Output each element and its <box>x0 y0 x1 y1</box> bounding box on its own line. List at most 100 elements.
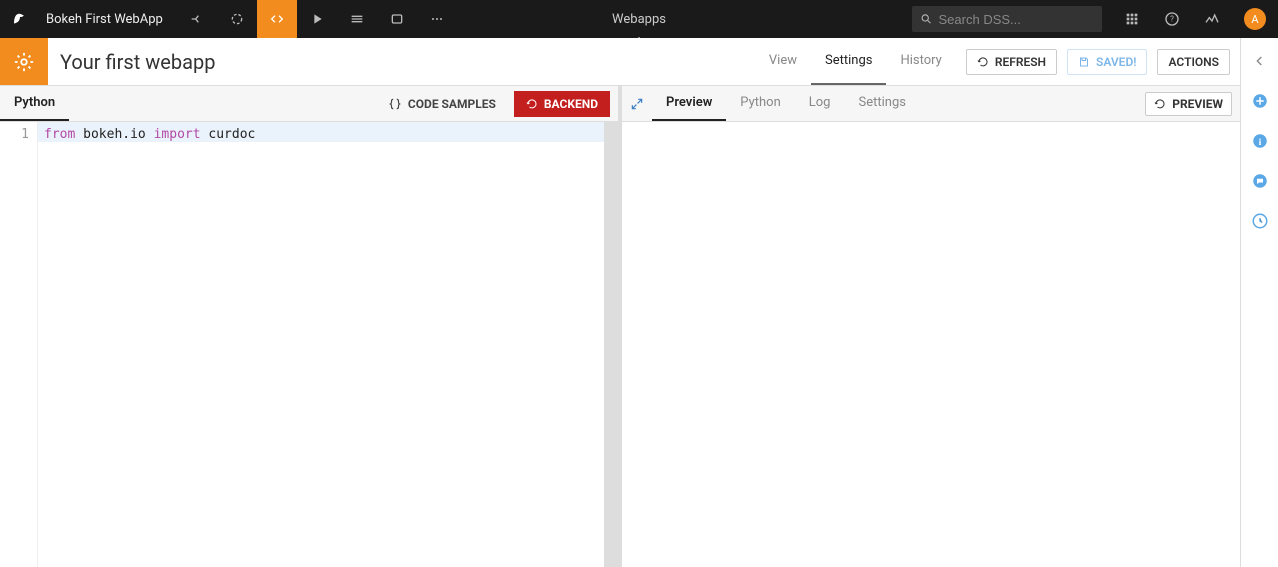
app-logo[interactable] <box>0 10 40 28</box>
tab-label: Settings <box>858 95 905 110</box>
tab-settings[interactable]: Settings <box>811 38 886 85</box>
code-line: from bokeh.io import curdoc <box>38 122 618 142</box>
history-button[interactable] <box>1249 210 1271 232</box>
topbar: Bokeh First WebApp Webapps <box>0 0 1278 38</box>
add-button[interactable] <box>1249 90 1271 112</box>
publish-button[interactable] <box>337 0 377 38</box>
header-row: Your first webapp View Settings History … <box>0 38 1240 86</box>
right-tab-settings[interactable]: Settings <box>844 86 919 121</box>
left-tab-python[interactable]: Python <box>0 86 69 121</box>
topbar-right: ? A <box>912 0 1278 38</box>
caret-icon <box>634 37 644 42</box>
expand-button[interactable] <box>622 86 652 121</box>
nav-circle-icon[interactable] <box>217 0 257 38</box>
bird-icon <box>11 10 29 28</box>
preview-button[interactable]: PREVIEW <box>1145 92 1232 116</box>
right-rail: i <box>1240 38 1278 567</box>
branch-icon <box>189 11 205 27</box>
code-icon <box>269 11 285 27</box>
search-input[interactable] <box>939 12 1094 27</box>
refresh-button[interactable]: REFRESH <box>966 49 1057 75</box>
page-title: Your first webapp <box>48 38 215 85</box>
code-samples-button[interactable]: CODE SAMPLES <box>378 97 506 111</box>
expand-icon <box>630 97 644 111</box>
tab-label: Log <box>809 95 831 110</box>
apps-button[interactable] <box>1112 0 1152 38</box>
saved-button: SAVED! <box>1067 49 1147 75</box>
plus-circle-icon <box>1251 92 1269 110</box>
code-token: from <box>44 127 75 142</box>
help-icon: ? <box>1164 11 1180 27</box>
line-gutter: 1 <box>0 122 38 567</box>
flow-icon[interactable] <box>177 0 217 38</box>
right-pane-actions: PREVIEW <box>1145 86 1240 121</box>
main-split: Python CODE SAMPLES BACKEND 1 <box>0 86 1240 567</box>
header-actions: View Settings History REFRESH SAVED! ACT… <box>755 38 1240 85</box>
button-label: ACTIONS <box>1168 55 1219 69</box>
search-icon <box>920 12 933 26</box>
breadcrumb: Webapps <box>598 0 680 38</box>
refresh-icon <box>977 56 989 68</box>
breadcrumb-item[interactable]: Webapps <box>598 0 680 38</box>
tab-label: Python <box>14 95 55 110</box>
button-label: CODE SAMPLES <box>408 97 496 111</box>
backend-button[interactable]: BACKEND <box>514 91 610 117</box>
tab-view[interactable]: View <box>755 38 811 85</box>
info-icon: i <box>1251 132 1269 150</box>
run-button[interactable] <box>297 0 337 38</box>
topbar-left: Bokeh First WebApp <box>0 0 457 38</box>
collapse-rail-button[interactable] <box>1249 50 1271 72</box>
tab-label: Settings <box>825 53 872 68</box>
button-label: REFRESH <box>995 55 1046 69</box>
svg-text:i: i <box>1258 137 1261 148</box>
tab-history[interactable]: History <box>886 38 955 85</box>
refresh-icon <box>1154 98 1166 110</box>
code-editor[interactable]: 1 from bokeh.io import curdoc <box>0 122 618 567</box>
ring-icon <box>229 11 245 27</box>
right-tab-python[interactable]: Python <box>726 86 794 121</box>
gear-icon <box>13 51 35 73</box>
button-label: SAVED! <box>1096 55 1136 69</box>
activity-button[interactable] <box>1192 0 1232 38</box>
grid-icon <box>1124 11 1140 27</box>
left-pane-tabs: Python CODE SAMPLES BACKEND <box>0 86 618 122</box>
refresh-icon <box>526 98 538 110</box>
project-title[interactable]: Bokeh First WebApp <box>40 12 177 27</box>
save-icon <box>1078 56 1090 68</box>
svg-text:?: ? <box>1170 15 1174 24</box>
right-tab-log[interactable]: Log <box>795 86 845 121</box>
info-button[interactable]: i <box>1249 130 1271 152</box>
code-view-button[interactable] <box>257 0 297 38</box>
tab-label: Python <box>740 95 780 110</box>
more-button[interactable] <box>417 0 457 38</box>
right-pane-tabs: Preview Python Log Settings PREVIEW <box>622 86 1240 122</box>
breadcrumb-label: Webapps <box>612 12 666 27</box>
left-pane-actions: CODE SAMPLES BACKEND <box>378 86 618 121</box>
avatar-letter: A <box>1251 13 1258 26</box>
code-token: import <box>154 127 201 142</box>
chat-icon <box>1251 172 1269 190</box>
play-icon <box>309 11 325 27</box>
avatar[interactable]: A <box>1244 8 1266 30</box>
button-label: BACKEND <box>544 97 598 111</box>
left-pane: Python CODE SAMPLES BACKEND 1 <box>0 86 622 567</box>
preview-canvas <box>622 122 1240 567</box>
help-button[interactable]: ? <box>1152 0 1192 38</box>
chat-button[interactable] <box>1249 170 1271 192</box>
dots-icon <box>429 11 445 27</box>
activity-icon <box>1204 11 1220 27</box>
code-token: bokeh.io <box>83 127 146 142</box>
variables-button[interactable] <box>377 0 417 38</box>
actions-button[interactable]: ACTIONS <box>1157 49 1230 75</box>
code-token: curdoc <box>208 127 255 142</box>
webapp-icon-box <box>0 38 48 85</box>
scrollbar[interactable] <box>604 122 618 567</box>
tab-label: Preview <box>666 95 712 110</box>
right-tab-preview[interactable]: Preview <box>652 86 726 121</box>
search-box[interactable] <box>912 6 1102 32</box>
clock-icon <box>1251 212 1269 230</box>
braces-icon <box>389 11 405 27</box>
tab-label: View <box>769 53 797 68</box>
stack-icon <box>349 11 365 27</box>
tab-label: History <box>900 53 941 68</box>
